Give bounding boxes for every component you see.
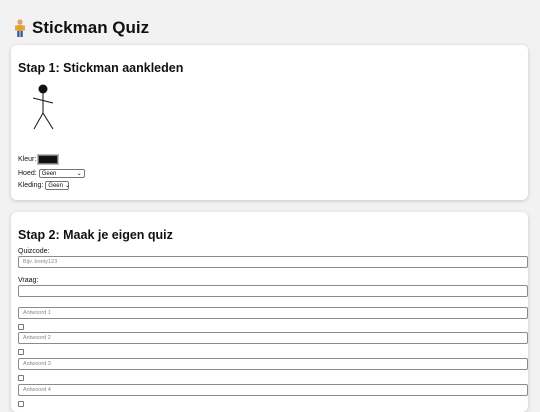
clothing-row: Kleding: Geen ⌄ — [18, 181, 71, 190]
hat-row: Hoed: Geen ⌄ — [18, 169, 85, 178]
step1-title: Stap 1: Stickman aankleden — [18, 61, 184, 75]
question-label: Vraag: — [18, 277, 39, 284]
hat-label: Hoed: — [18, 170, 37, 177]
chevron-down-icon: ⌄ — [64, 182, 71, 189]
hat-select-value: Geen — [41, 170, 57, 177]
question-input[interactable] — [18, 285, 528, 297]
answer-input-4[interactable]: Antwoord 4 — [18, 384, 528, 396]
quizcode-label: Quizcode: — [18, 248, 50, 255]
stickman-figure — [33, 84, 54, 130]
answer-input-3[interactable]: Antwoord 3 — [18, 358, 528, 370]
hat-select[interactable]: Geen ⌄ — [38, 169, 85, 178]
answer-checkbox-1[interactable] — [18, 324, 24, 330]
app-title-text: Stickman Quiz — [32, 18, 150, 37]
answer-checkbox-3[interactable] — [18, 375, 24, 381]
step2-card: Stap 2: Maak je eigen quiz Quizcode: Bij… — [11, 212, 528, 412]
chevron-down-icon: ⌄ — [76, 170, 82, 177]
app-title: Stickman Quiz — [14, 18, 149, 38]
clothing-label: Kleding: — [18, 182, 44, 189]
person-icon — [15, 19, 25, 37]
answer-input-2[interactable]: Antwoord 2 — [18, 332, 528, 344]
step1-card: Stap 1: Stickman aankleden Kleur: Hoed: … — [11, 45, 528, 200]
answer-checkbox-4[interactable] — [18, 401, 24, 407]
quizcode-input[interactable]: Bijv. bonty123 — [18, 256, 528, 268]
color-label: Kleur: — [18, 156, 37, 163]
color-picker[interactable] — [37, 154, 60, 165]
answer-checkbox-2[interactable] — [18, 349, 24, 355]
step2-title: Stap 2: Maak je eigen quiz — [18, 228, 173, 242]
clothing-select[interactable]: Geen ⌄ — [45, 181, 71, 190]
color-row: Kleur: — [18, 154, 60, 165]
clothing-select-value: Geen — [48, 182, 63, 189]
answer-input-1[interactable]: Antwoord 1 — [18, 307, 528, 319]
